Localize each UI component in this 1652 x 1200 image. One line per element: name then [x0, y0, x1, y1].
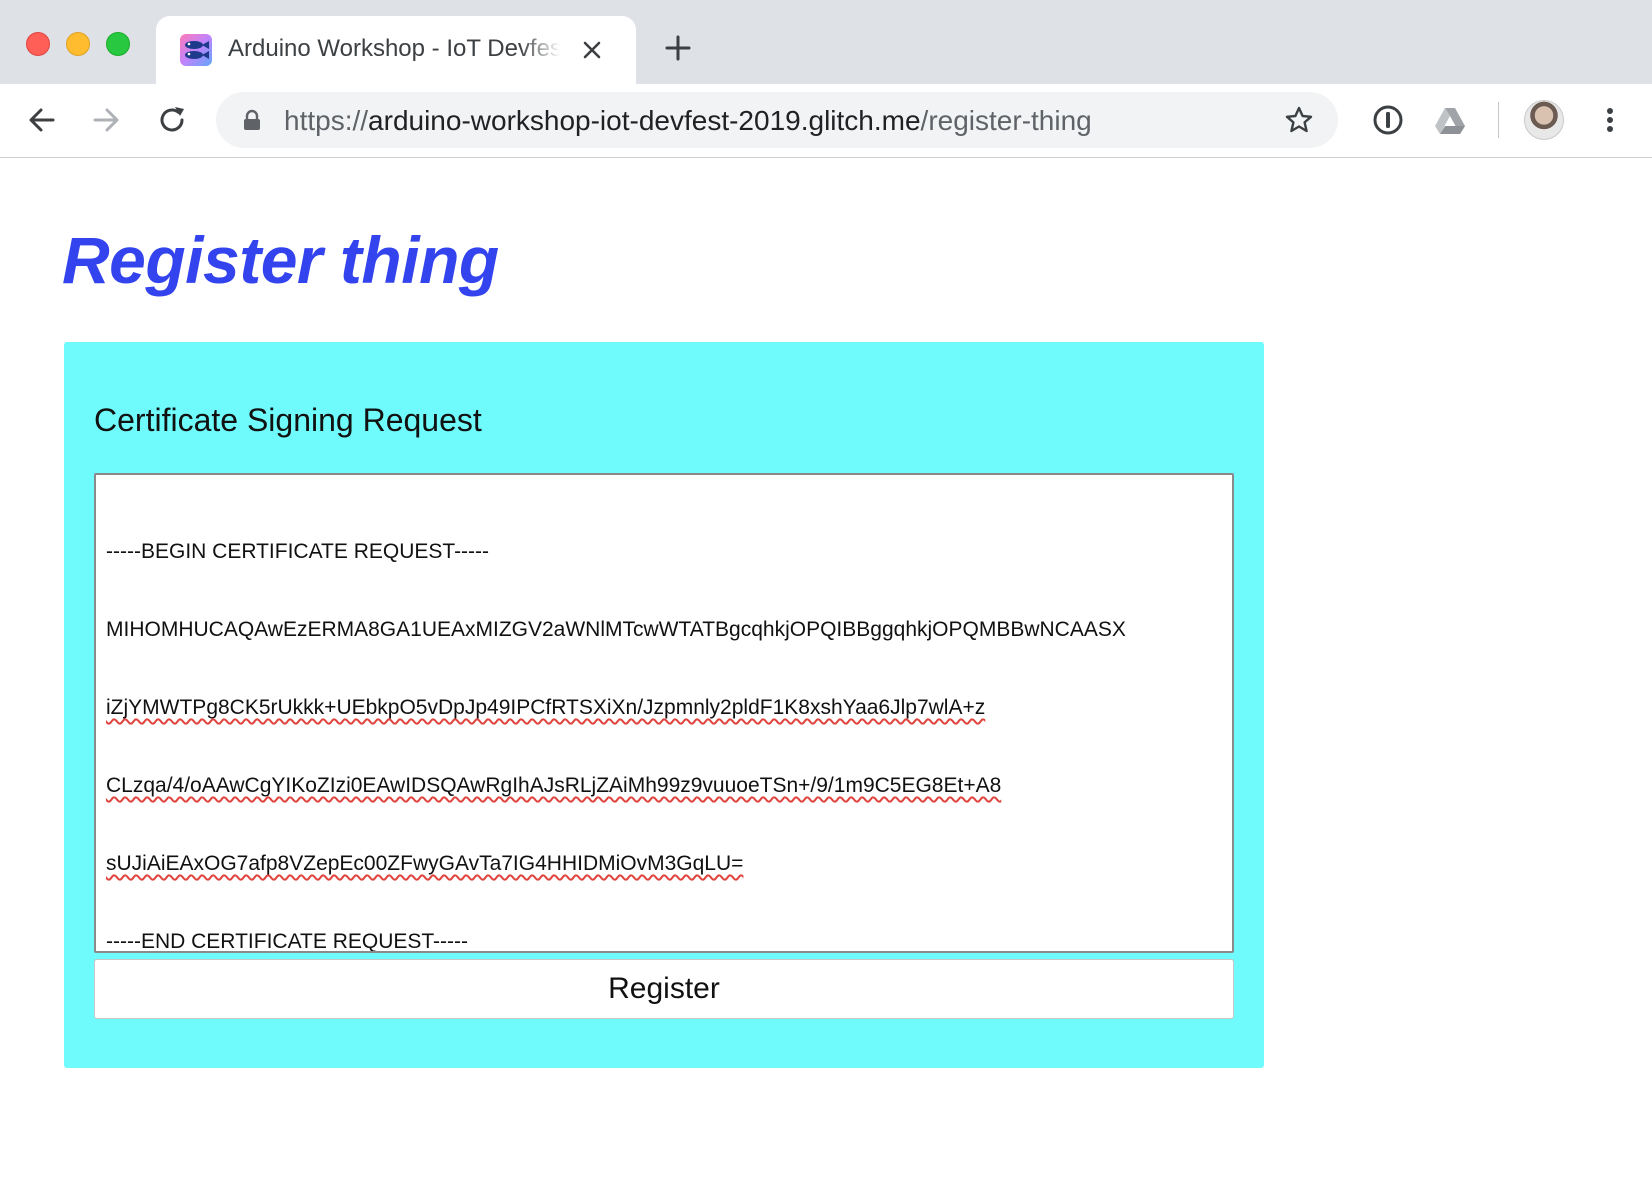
browser-toolbar: https://arduino-workshop-iot-devfest-201… — [0, 84, 1652, 158]
address-bar[interactable]: https://arduino-workshop-iot-devfest-201… — [216, 92, 1338, 148]
csr-line: CLzqa/4/oAAwCgYIKoZIzi0EAwIDSQAwRgIhAJsR… — [106, 774, 1002, 797]
password-manager-icon[interactable] — [1372, 104, 1404, 136]
url-path: /register-thing — [920, 105, 1092, 136]
tab-title: Arduino Workshop - IoT Devfest 2019 — [228, 35, 560, 62]
register-form-panel: Certificate Signing Request -----BEGIN C… — [64, 342, 1264, 1068]
url-scheme: https:// — [284, 105, 369, 136]
page-title: Register thing — [62, 223, 499, 297]
url-host: arduino-workshop-iot-devfest-2019.glitch… — [368, 105, 921, 136]
csr-line: -----BEGIN CERTIFICATE REQUEST----- — [106, 540, 490, 563]
maximize-window-button[interactable] — [106, 32, 130, 56]
minimize-window-button[interactable] — [66, 32, 90, 56]
register-button[interactable]: Register — [94, 959, 1234, 1019]
csr-line: MIHOMHUCAQAwEzERMA8GA1UEAxMIZGV2aWNlMTcw… — [106, 618, 1126, 641]
lock-icon[interactable] — [242, 109, 262, 131]
csr-line: sUJiAiEAxOG7afp8VZepEc00ZFwyGAvTa7IG4HHI… — [106, 852, 744, 875]
new-tab-button[interactable] — [664, 34, 692, 62]
star-icon[interactable] — [1284, 105, 1314, 135]
tab-strip: Arduino Workshop - IoT Devfest 2019 — [0, 0, 1652, 84]
url-text[interactable]: https://arduino-workshop-iot-devfest-201… — [284, 105, 1092, 137]
csr-line: iZjYMWTPg8CK5rUkkk+UEbkpO5vDpJp49IPCfRTS… — [106, 696, 986, 719]
arrow-left-icon[interactable] — [26, 104, 58, 136]
drive-icon[interactable] — [1434, 104, 1466, 136]
toolbar-divider — [1498, 102, 1499, 138]
glitch-fish-icon — [180, 34, 212, 66]
profile-avatar[interactable] — [1524, 100, 1564, 140]
arrow-right-icon[interactable] — [90, 104, 122, 136]
browser-tab-active[interactable]: Arduino Workshop - IoT Devfest 2019 — [156, 16, 636, 84]
close-window-button[interactable] — [26, 32, 50, 56]
tab-close-icon[interactable] — [580, 38, 604, 62]
csr-label: Certificate Signing Request — [94, 402, 482, 438]
csr-line: -----END CERTIFICATE REQUEST----- — [106, 930, 469, 953]
csr-textarea[interactable]: -----BEGIN CERTIFICATE REQUEST----- MIHO… — [94, 473, 1234, 953]
kebab-menu-icon[interactable] — [1594, 104, 1626, 136]
reload-icon[interactable] — [156, 104, 188, 136]
